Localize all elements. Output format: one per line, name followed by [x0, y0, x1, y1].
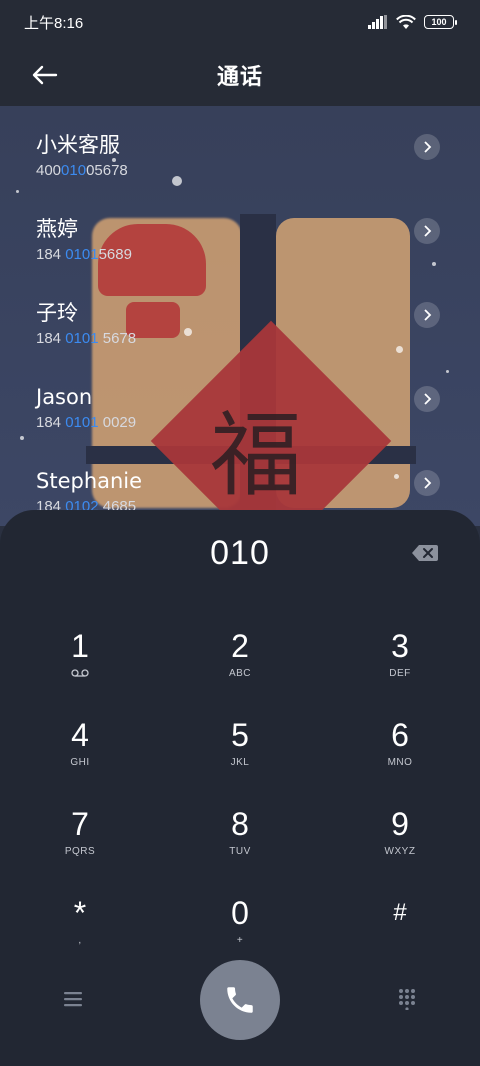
contact-name: 小米客服: [36, 133, 120, 157]
key-6[interactable]: 6 MNO: [320, 711, 480, 800]
key-7[interactable]: 7 PQRS: [0, 800, 160, 889]
key-digit: 7: [71, 806, 89, 842]
key-letters: JKL: [230, 757, 250, 768]
contact-name: 燕婷: [36, 217, 78, 241]
back-button[interactable]: [28, 58, 62, 92]
contact-item[interactable]: 小米客服 40001005678: [0, 106, 480, 190]
contact-name: Stephanie: [36, 469, 143, 493]
key-letters: GHI: [70, 757, 90, 768]
contact-item[interactable]: 燕婷 184 01015689: [0, 190, 480, 274]
contact-detail-button[interactable]: [414, 218, 440, 244]
keypad-dots-icon: [399, 989, 415, 1010]
page-title: 通话: [216, 65, 263, 90]
voicemail-icon: [71, 668, 89, 682]
key-letters: PQRS: [64, 846, 96, 857]
key-letters: +: [236, 935, 244, 946]
key-digit: 1: [71, 628, 89, 664]
key-9[interactable]: 9 WXYZ: [320, 800, 480, 889]
phone-icon: [227, 987, 253, 1013]
chevron-right-icon: [424, 141, 432, 153]
contact-detail-button[interactable]: [414, 302, 440, 328]
contact-number: 184 01015689: [36, 246, 132, 263]
dialer-bottom-bar: [0, 960, 480, 1040]
contact-item[interactable]: Jason 184 0101 0029: [0, 358, 480, 442]
key-digit: *: [73, 895, 87, 931]
dialer-panel: 010 1 2 ABC 3 DEF 4 GHI 5 JKL 6 MNO 7 PQ…: [0, 510, 480, 1066]
dialed-number[interactable]: 010: [0, 534, 480, 573]
status-bar: 上午8:16 100: [0, 0, 480, 44]
contact-number: 184 0101 5678: [36, 330, 137, 347]
key-digit: 2: [231, 628, 249, 664]
key-digit: 5: [231, 717, 249, 753]
contact-detail-button[interactable]: [414, 470, 440, 496]
call-button[interactable]: [200, 960, 280, 1040]
key-digit: 9: [391, 806, 409, 842]
key-5[interactable]: 5 JKL: [160, 711, 320, 800]
key-digit: 4: [71, 717, 89, 753]
keypad: 1 2 ABC 3 DEF 4 GHI 5 JKL 6 MNO 7 PQRS 8…: [0, 622, 480, 978]
keypad-toggle-button[interactable]: [392, 984, 422, 1014]
contact-detail-button[interactable]: [414, 134, 440, 160]
backspace-icon: [412, 545, 438, 561]
wifi-icon: [396, 14, 416, 29]
key-8[interactable]: 8 TUV: [160, 800, 320, 889]
key-digit: 8: [231, 806, 249, 842]
contact-detail-button[interactable]: [414, 386, 440, 412]
battery-level: 100: [431, 17, 447, 27]
key-1[interactable]: 1: [0, 622, 160, 711]
key-digit: 3: [391, 628, 409, 664]
key-4[interactable]: 4 GHI: [0, 711, 160, 800]
key-2[interactable]: 2 ABC: [160, 622, 320, 711]
key-digit: 6: [391, 717, 409, 753]
contact-name: Jason: [36, 385, 93, 409]
key-letters: DEF: [389, 668, 411, 679]
status-time: 上午8:16: [24, 14, 84, 32]
back-arrow-icon: [32, 65, 58, 85]
chevron-right-icon: [424, 225, 432, 237]
signal-icon: [368, 15, 387, 29]
key-letters: ABC: [228, 668, 252, 679]
contact-name: 子玲: [36, 301, 78, 325]
menu-icon: [64, 992, 82, 1007]
status-icons: 100: [368, 14, 457, 30]
delete-button[interactable]: [410, 540, 440, 566]
header: 通话: [0, 44, 480, 106]
key-letters: ,: [78, 935, 82, 946]
key-digit: #: [393, 899, 407, 926]
contact-item[interactable]: 子玲 184 0101 5678: [0, 274, 480, 358]
search-results-area: 福 小米客服 40001005678 燕婷 184 01015689 子玲 18…: [0, 106, 480, 526]
key-3[interactable]: 3 DEF: [320, 622, 480, 711]
key-letters: MNO: [387, 757, 413, 768]
battery-icon: 100: [424, 15, 457, 29]
contact-number: 40001005678: [36, 162, 128, 179]
contact-list: 小米客服 40001005678 燕婷 184 01015689 子玲 184 …: [0, 106, 480, 526]
chevron-right-icon: [424, 393, 432, 405]
menu-button[interactable]: [58, 984, 88, 1014]
key-letters: TUV: [229, 846, 251, 857]
chevron-right-icon: [424, 309, 432, 321]
key-digit: 0: [231, 895, 249, 931]
key-letters: WXYZ: [384, 846, 416, 857]
contact-number: 184 0101 0029: [36, 414, 137, 431]
chevron-right-icon: [424, 477, 432, 489]
